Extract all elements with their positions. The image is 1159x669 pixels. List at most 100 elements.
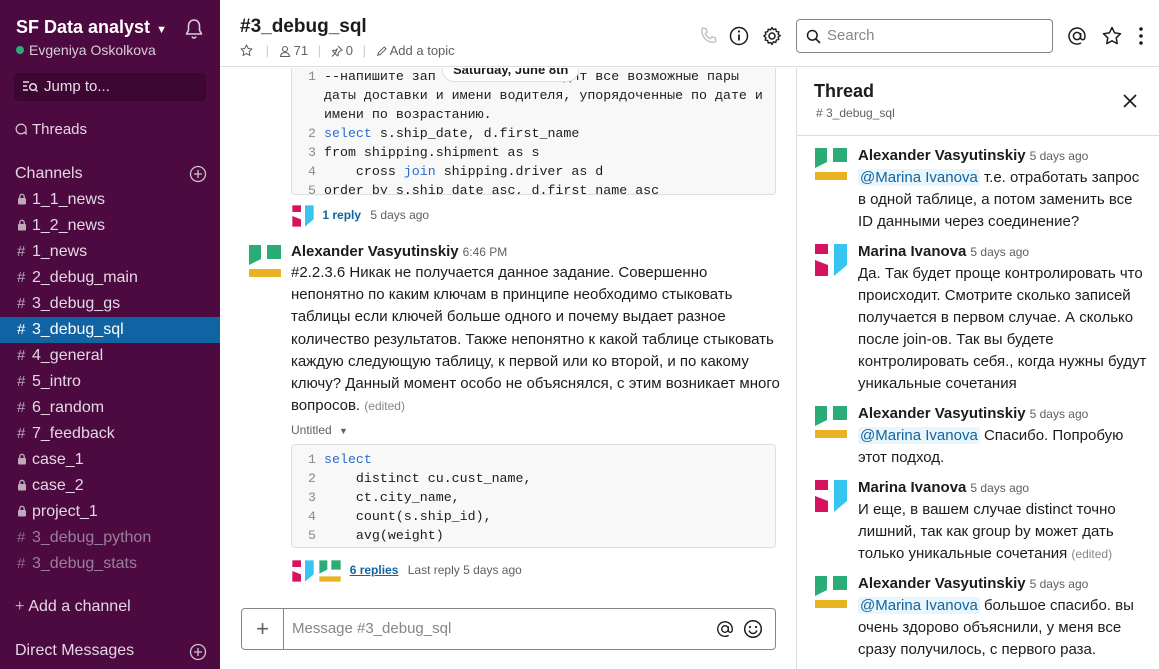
author-avatar-green[interactable] xyxy=(813,574,849,610)
close-icon[interactable] xyxy=(1122,93,1138,109)
sidebar-item-3_debug_gs[interactable]: #3_debug_gs xyxy=(0,291,220,317)
sidebar-item-case_2[interactable]: case_2 xyxy=(0,473,220,499)
channels-heading[interactable]: Channels xyxy=(15,165,207,183)
more-options-icon[interactable] xyxy=(1135,26,1147,46)
message-composer[interactable]: + Message #3_debug_sql xyxy=(241,608,776,650)
sidebar-item-2_debug_main[interactable]: #2_debug_main xyxy=(0,265,220,291)
edited-label: (edited) xyxy=(1071,547,1113,561)
message-author[interactable]: Alexander Vasyutinskiy 6:46 PM xyxy=(291,243,507,260)
thread-time[interactable]: 5 days ago xyxy=(1030,149,1089,163)
emoji-icon[interactable] xyxy=(743,619,763,639)
channel-title[interactable]: #3_debug_sql xyxy=(240,16,367,38)
add-topic-link[interactable]: Add a topic xyxy=(390,43,455,58)
replier-avatar-pink xyxy=(291,203,315,228)
thread-time[interactable]: 5 days ago xyxy=(1030,407,1089,421)
sidebar-item-7_feedback[interactable]: #7_feedback xyxy=(0,421,220,447)
direct-messages-label: Direct Messages xyxy=(15,642,135,659)
channel-name: case_2 xyxy=(32,477,84,494)
mentions-at-icon[interactable] xyxy=(1066,25,1088,47)
lock-icon xyxy=(17,499,32,525)
thread-time[interactable]: 5 days ago xyxy=(970,481,1029,495)
thread-time[interactable]: 5 days ago xyxy=(970,245,1029,259)
code-snippet-1[interactable]: 1 --напишите зап дит все возможные пары да… xyxy=(291,68,776,195)
sidebar-item-1_1_news[interactable]: 1_1_news xyxy=(0,187,220,213)
sidebar-item-4_general[interactable]: #4_general xyxy=(0,343,220,369)
message-input[interactable]: Message #3_debug_sql xyxy=(292,609,451,649)
attach-plus-button[interactable]: + xyxy=(242,609,284,649)
code-token: distinct cu.cust_name, xyxy=(324,471,532,486)
date-divider-pill[interactable]: Saturday, June 8th xyxy=(442,68,580,82)
author-avatar-green[interactable] xyxy=(813,404,849,440)
mention-at-icon[interactable] xyxy=(715,619,735,639)
channel-name: 1_news xyxy=(32,243,88,260)
add-channel-plus-icon[interactable] xyxy=(189,165,207,183)
workspace-switcher[interactable]: SF Data analyst ▼ Evgeniya Oskolkova xyxy=(16,17,210,61)
thread-header: Thread # 3_debug_sql xyxy=(797,68,1159,136)
sidebar-item-1_2_news[interactable]: 1_2_news xyxy=(0,213,220,239)
user-mention[interactable]: @Marina Ivanova xyxy=(858,169,980,186)
gear-icon[interactable] xyxy=(761,25,783,47)
replies-link[interactable]: 1 reply xyxy=(322,208,361,222)
replies-link[interactable]: 6 replies xyxy=(350,563,399,577)
author-avatar[interactable] xyxy=(247,243,283,279)
phone-icon[interactable] xyxy=(698,25,720,47)
hash-icon: # xyxy=(17,399,26,416)
sidebar-item-3_debug_python[interactable]: #3_debug_python xyxy=(0,525,220,551)
thread-channel[interactable]: # 3_debug_sql xyxy=(816,106,895,120)
channel-info-icon[interactable] xyxy=(728,25,750,47)
sidebar-item-6_random[interactable]: #6_random xyxy=(0,395,220,421)
code-keyword: select xyxy=(324,452,372,467)
line-number: 3 xyxy=(308,490,316,505)
direct-messages-heading[interactable]: Direct Messages xyxy=(15,642,207,661)
bell-icon[interactable] xyxy=(182,17,206,41)
search-input[interactable]: Search xyxy=(796,19,1053,53)
author-avatar-green[interactable] xyxy=(813,146,849,182)
thread-replies-row-2[interactable]: 6 replies Last reply 5 days ago xyxy=(291,558,522,582)
sidebar-item-3_debug_stats[interactable]: #3_debug_stats xyxy=(0,551,220,577)
thread-author[interactable]: Alexander Vasyutinskiy 5 days ago xyxy=(858,404,1088,424)
code-line: 3 ct.city_name, xyxy=(292,488,775,507)
thread-text: Да. Так будет проще контролировать что п… xyxy=(858,265,1147,392)
star-icon[interactable] xyxy=(240,44,253,57)
replier-avatar-pink xyxy=(292,560,314,582)
hash-icon: # xyxy=(17,529,26,546)
thread-author[interactable]: Marina Ivanova 5 days ago xyxy=(858,242,1029,262)
code-text: order by s.ship_date asc, d.first_name a… xyxy=(324,181,659,194)
line-number: 2 xyxy=(308,126,316,141)
code-token: даты доставки и имени водителя, упорядоч… xyxy=(324,88,763,103)
thread-author[interactable]: Alexander Vasyutinskiy 5 days ago xyxy=(858,146,1088,166)
pin-count[interactable]: 0 xyxy=(346,43,353,58)
add-dm-plus-icon[interactable] xyxy=(189,643,207,661)
line-number: 4 xyxy=(308,509,316,524)
chevron-down-icon: ▼ xyxy=(156,24,167,36)
thread-author-name: Marina Ivanova xyxy=(858,243,967,260)
threads-label: Threads xyxy=(32,121,88,138)
add-a-channel-link[interactable]: + Add a channel xyxy=(15,598,131,616)
user-mention[interactable]: @Marina Ivanova xyxy=(858,597,980,614)
member-count[interactable]: 71 xyxy=(294,43,308,58)
message-list: 1 --напишите зап дит все возможные пары да… xyxy=(220,68,796,608)
hash-icon: # xyxy=(17,243,26,260)
hash-icon: # xyxy=(17,347,26,364)
thread-time[interactable]: 5 days ago xyxy=(1030,577,1089,591)
sidebar-item-5_intro[interactable]: #5_intro xyxy=(0,369,220,395)
author-avatar-pink[interactable] xyxy=(813,478,849,514)
sidebar-item-threads[interactable]: Threads xyxy=(15,121,87,138)
channel-name: 7_feedback xyxy=(32,425,115,442)
snippet-title-dropdown[interactable]: Untitled ▼ xyxy=(291,423,348,437)
sidebar-item-3_debug_sql[interactable]: #3_debug_sql xyxy=(0,317,220,343)
jump-to-button[interactable]: Jump to... xyxy=(14,73,206,101)
sidebar: SF Data analyst ▼ Evgeniya Oskolkova Jump… xyxy=(0,0,220,669)
user-mention[interactable]: @Marina Ivanova xyxy=(858,427,980,444)
sidebar-item-project_1[interactable]: project_1 xyxy=(0,499,220,525)
thread-replies-row-1[interactable]: 1 reply 5 days ago xyxy=(291,203,429,228)
starred-items-icon[interactable] xyxy=(1101,25,1123,47)
code-snippet-2[interactable]: 1 select 2 distinct cu.cust_name, 3 ct.city… xyxy=(291,444,776,548)
author-avatar-pink[interactable] xyxy=(813,242,849,278)
thread-author[interactable]: Alexander Vasyutinskiy 5 days ago xyxy=(858,574,1088,594)
message-time[interactable]: 6:46 PM xyxy=(463,245,508,259)
sidebar-item-1_news[interactable]: #1_news xyxy=(0,239,220,265)
thread-author[interactable]: Marina Ivanova 5 days ago xyxy=(858,478,1029,498)
sidebar-item-case_1[interactable]: case_1 xyxy=(0,447,220,473)
code-line: 5 order by s.ship_date asc, d.first_name … xyxy=(292,181,775,194)
